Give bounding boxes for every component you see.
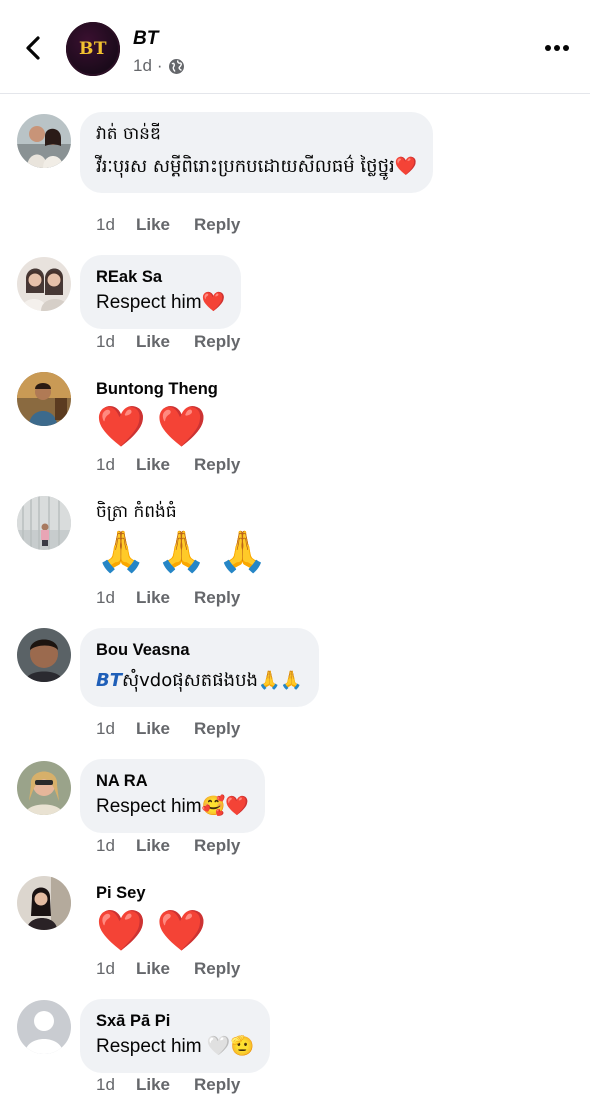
comment-author[interactable]: Sxā Pā Pi [96,1011,254,1031]
comment-content: ចិត្រា កំពង់ធំ 🙏 🙏 🙏 [96,502,268,576]
heart-emoji: ❤️ ❤️ [96,405,207,449]
reply-button[interactable]: Reply [194,959,240,979]
comment-actions: 1d Like Reply [96,959,240,979]
comment-time[interactable]: 1d [96,588,136,608]
comment-text: Respect him🥰❤️ [96,796,249,817]
comment-bubble: វាត់ ចាន់ឌី វីរៈបុរស សម្តីពិរោះប្រកបដោយស… [80,112,434,193]
comment-time[interactable]: 1d [96,959,136,979]
heart-emoji: ❤️ [394,156,418,177]
mention-tag[interactable]: BT [96,670,122,691]
avatar[interactable] [17,761,71,815]
comment-author[interactable]: REak Sa [96,267,225,287]
reply-button[interactable]: Reply [194,332,240,352]
like-button[interactable]: Like [136,455,194,475]
comment-content: Buntong Theng ❤️ ❤️ [96,379,218,451]
avatar[interactable] [17,114,71,168]
comment-bubble: NA RA Respect him🥰❤️ [80,759,265,833]
comment-actions: 1d Like Reply [96,1075,240,1095]
page-name[interactable]: BT [133,28,158,50]
comment-actions: 1d Like Reply [96,588,240,608]
heart-emoji: ❤️ [201,292,226,313]
comment-bubble: Sxā Pā Pi Respect him 🤍🫡 [80,999,271,1073]
more-options-button[interactable] [542,36,572,60]
comment-author[interactable]: Bou Veasna [96,640,303,660]
comment-text: Respect him❤️ [96,292,226,313]
like-button[interactable]: Like [136,1075,194,1095]
like-button[interactable]: Like [136,215,194,235]
comment-time[interactable]: 1d [96,332,136,352]
reply-button[interactable]: Reply [194,455,240,475]
comment-actions: 1d Like Reply [96,455,240,475]
comment-bubble: REak Sa Respect him❤️ [80,255,242,329]
post-meta: 1d · [133,56,185,76]
comment-text: Respect him 🤍🫡 [96,1036,255,1057]
post-time[interactable]: 1d [133,56,152,76]
comment-author[interactable]: Pi Sey [96,883,207,903]
comment-author[interactable]: Buntong Theng [96,379,218,399]
avatar[interactable] [17,372,71,426]
comment-actions: 1d Like Reply [96,836,240,856]
meta-separator: · [156,56,163,75]
comment-actions: 1d Like Reply [96,332,240,352]
comment-time[interactable]: 1d [96,836,136,856]
reply-button[interactable]: Reply [194,215,240,235]
comment-text: វីរៈបុរស សម្តីពិរោះប្រកបដោយសីលធម៌ ថ្លៃថ្… [96,156,418,177]
like-button[interactable]: Like [136,836,194,856]
comment-time[interactable]: 1d [96,455,136,475]
praying-hands-emoji: 🙏 🙏 🙏 [96,530,268,574]
avatar[interactable] [17,496,71,550]
like-button[interactable]: Like [136,959,194,979]
smiling-face-with-hearts-emoji: 🥰❤️ [201,796,249,817]
more-horizontal-icon [545,45,569,51]
post-header: BT BT 1d · [0,0,590,94]
comment-author[interactable]: NA RA [96,771,249,791]
reply-button[interactable]: Reply [194,588,240,608]
chevron-left-icon [26,36,40,60]
avatar[interactable] [17,628,71,682]
comment-time[interactable]: 1d [96,215,136,235]
back-button[interactable] [18,30,48,66]
reply-button[interactable]: Reply [194,719,240,739]
page-logo-text: BT [78,39,108,59]
comment-time[interactable]: 1d [96,719,136,739]
heart-emoji: ❤️ ❤️ [96,909,207,953]
avatar[interactable] [17,876,71,930]
globe-icon [168,58,184,74]
comment-content: Pi Sey ❤️ ❤️ [96,883,207,955]
comment-actions: 1d Like Reply [96,719,240,739]
comment-bubble: Bou Veasna BTសុំvdoផុសតផងបង🙏🙏 [80,628,319,707]
like-button[interactable]: Like [136,588,194,608]
comment-author[interactable]: ចិត្រា កំពង់ធំ [96,502,268,522]
comment-author[interactable]: វាត់ ចាន់ឌី [96,124,417,144]
reply-button[interactable]: Reply [194,1075,240,1095]
praying-hands-emoji: 🙏🙏 [257,670,303,691]
reply-button[interactable]: Reply [194,836,240,856]
white-heart-salute-emoji: 🤍🫡 [206,1036,255,1057]
comment-text: BTសុំvdoផុសតផងបង🙏🙏 [96,670,303,691]
comment-time[interactable]: 1d [96,1075,136,1095]
avatar[interactable] [17,257,71,311]
comment-actions: 1d Like Reply [96,215,240,235]
like-button[interactable]: Like [136,719,194,739]
avatar[interactable] [17,1000,71,1054]
like-button[interactable]: Like [136,332,194,352]
page-avatar[interactable]: BT [66,22,120,76]
